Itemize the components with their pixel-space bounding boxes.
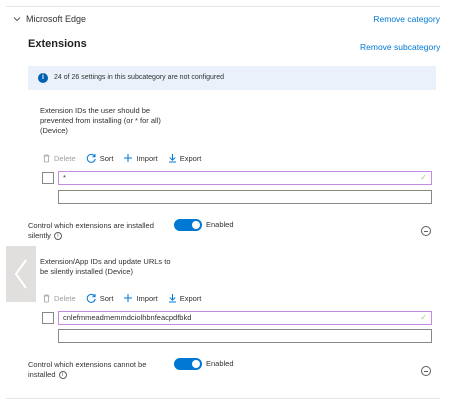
import-label: Import <box>136 153 158 163</box>
info-outline-icon[interactable]: i <box>58 371 67 380</box>
section-title: Microsoft Edge <box>26 14 87 24</box>
sort-button[interactable]: Sort <box>86 293 114 304</box>
remove-category-link[interactable]: Remove category <box>373 14 440 24</box>
export-button[interactable]: Export <box>168 293 202 303</box>
label-line: installed <box>28 370 56 379</box>
label-line: (Device) <box>40 126 68 135</box>
label-line: Extension/App IDs and update URLs to <box>40 257 171 266</box>
list-toolbar: Delete Sort Import Export <box>42 292 211 304</box>
delete-label: Delete <box>54 153 76 163</box>
value-input[interactable]: cnlefmmeadmemmdciolhbnfeacpdfbkd ✓ <box>58 311 432 325</box>
delete-button[interactable]: Delete <box>42 154 76 163</box>
row-checkbox[interactable] <box>42 312 54 324</box>
sort-button[interactable]: Sort <box>86 153 114 164</box>
import-button[interactable]: Import <box>123 153 158 163</box>
label-line: Control which extensions are installed <box>28 221 154 230</box>
check-icon: ✓ <box>420 313 427 322</box>
label-line: Control which extensions cannot be <box>28 360 147 369</box>
export-button[interactable]: Export <box>168 153 202 163</box>
setting-label-blocked-install: Control which extensions cannot be insta… <box>28 360 146 380</box>
list-row: * ✓ <box>42 171 432 185</box>
label-line-with-info: silently i <box>28 231 154 241</box>
label-line: Extension IDs the user should be <box>40 106 151 115</box>
new-value-input[interactable] <box>58 190 432 204</box>
label-line-with-info: installed i <box>28 370 146 380</box>
setting-label-blocked-extensions: Extension IDs the user should be prevent… <box>40 106 161 136</box>
toggle-state-label: Enabled <box>206 220 234 229</box>
info-message: 24 of 26 settings in this subcategory ar… <box>54 74 225 81</box>
info-outline-icon[interactable]: i <box>53 232 62 241</box>
list-toolbar: Delete Sort Import Export <box>42 152 211 164</box>
previous-button[interactable] <box>6 246 36 302</box>
chevron-left-icon <box>14 259 27 289</box>
section-header: Microsoft Edge Remove category <box>10 14 440 28</box>
value-text: cnlefmmeadmemmdciolhbnfeacpdfbkd <box>63 313 192 322</box>
sort-label: Sort <box>99 153 114 163</box>
new-row <box>42 329 432 343</box>
trash-icon <box>43 154 50 162</box>
toggle-blocked-install[interactable] <box>174 358 202 370</box>
setting-label-silent-install: Control which extensions are installed s… <box>28 221 154 241</box>
check-icon: ✓ <box>420 173 427 182</box>
toggle-silent-install[interactable] <box>174 219 202 231</box>
export-icon <box>168 154 176 163</box>
minus-circle-icon[interactable] <box>421 366 431 376</box>
sort-label: Sort <box>99 293 114 303</box>
delete-button[interactable]: Delete <box>42 294 76 303</box>
chevron-down-icon[interactable] <box>12 14 22 24</box>
label-line: silently <box>28 231 51 240</box>
toggle-knob <box>192 221 200 229</box>
info-icon: i <box>38 73 48 83</box>
delete-label: Delete <box>54 293 76 303</box>
import-label: Import <box>136 293 158 303</box>
trash-icon <box>43 294 50 302</box>
toggle-state-label: Enabled <box>206 359 234 368</box>
plus-icon <box>124 294 133 302</box>
minus-circle-icon[interactable] <box>421 226 431 236</box>
list-row: cnlefmmeadmemmdciolhbnfeacpdfbkd ✓ <box>42 311 432 325</box>
subcategory-title: Extensions <box>28 38 87 50</box>
value-text: * <box>63 173 66 182</box>
plus-icon <box>124 154 133 162</box>
label-line: be silently installed (Device) <box>40 267 133 276</box>
info-bar: i 24 of 26 settings in this subcategory … <box>28 66 436 90</box>
new-value-input[interactable] <box>58 329 432 343</box>
new-row <box>42 190 432 204</box>
label-line: prevented from installing (or * for all) <box>40 116 161 125</box>
sort-icon <box>86 153 96 163</box>
toggle-knob <box>192 360 200 368</box>
top-divider <box>6 6 440 7</box>
export-label: Export <box>179 153 202 163</box>
remove-subcategory-link[interactable]: Remove subcategory <box>360 42 440 52</box>
import-button[interactable]: Import <box>123 293 158 303</box>
row-checkbox[interactable] <box>42 172 54 184</box>
export-icon <box>168 294 176 303</box>
value-input[interactable]: * ✓ <box>58 171 432 185</box>
export-label: Export <box>179 293 202 303</box>
bottom-divider <box>6 398 440 399</box>
sort-icon <box>86 293 96 303</box>
setting-label-silent-install-ids: Extension/App IDs and update URLs to be … <box>40 257 171 277</box>
